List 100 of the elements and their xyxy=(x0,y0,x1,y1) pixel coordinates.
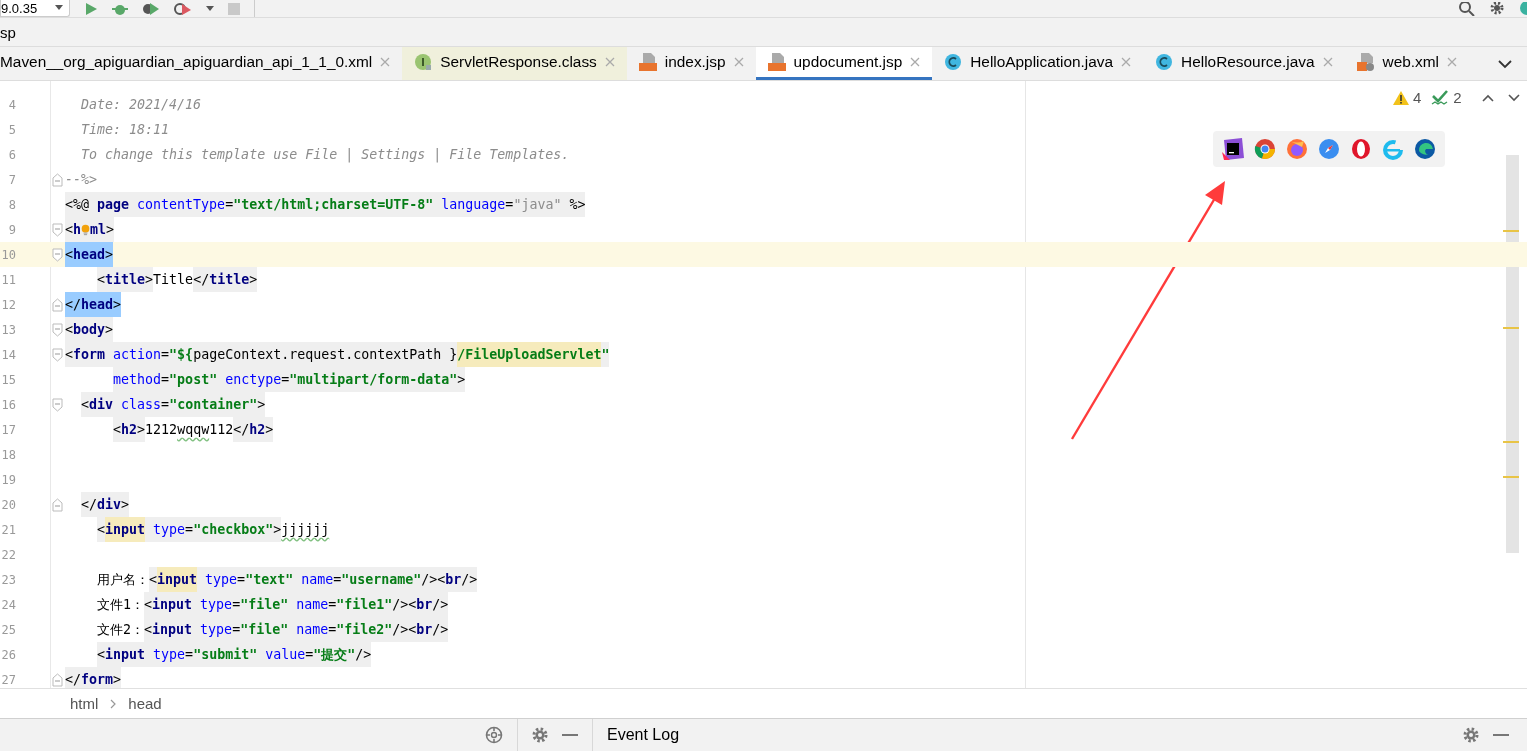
close-icon[interactable] xyxy=(1322,57,1333,67)
fold-icon[interactable] xyxy=(52,497,63,512)
fold-icon[interactable] xyxy=(52,672,63,687)
warning-icon[interactable] xyxy=(1393,90,1409,105)
minimize-icon[interactable] xyxy=(1493,733,1509,737)
code-token: language xyxy=(440,197,506,212)
minimize-icon[interactable] xyxy=(562,733,578,737)
close-icon[interactable] xyxy=(910,57,921,67)
browser-icon[interactable] xyxy=(1350,138,1372,160)
code-token: < xyxy=(81,397,90,412)
warning-count: 4 xyxy=(1413,89,1422,106)
code-token: "file" xyxy=(240,597,289,612)
fold-icon[interactable] xyxy=(52,247,63,262)
close-icon[interactable] xyxy=(604,57,615,67)
settings-icon[interactable] xyxy=(1463,727,1479,743)
line-number: 25 xyxy=(0,622,16,637)
code-token: "multipart/form-data" xyxy=(289,372,458,387)
class-icon xyxy=(1155,53,1174,71)
close-icon[interactable] xyxy=(1447,57,1457,67)
fold-icon[interactable] xyxy=(52,172,63,187)
code-token: action xyxy=(112,347,162,362)
code-token: = xyxy=(161,397,170,412)
code-token: input xyxy=(105,517,146,542)
chevron-down-icon[interactable] xyxy=(1498,58,1512,69)
code-token: = xyxy=(237,572,246,587)
code-token: input xyxy=(152,597,193,612)
code-token: = xyxy=(161,372,170,387)
code-token: = xyxy=(281,372,290,387)
code-token: <%@ xyxy=(65,197,91,212)
editor-tab[interactable]: Maven__org_apiguardian_apiguardian_api_1_1_0.xml xyxy=(0,47,403,80)
fold-icon[interactable] xyxy=(52,222,63,237)
web-xml-icon xyxy=(1356,53,1375,71)
code-token: form xyxy=(73,347,106,362)
line-number: 10 xyxy=(0,247,16,262)
interface-icon xyxy=(414,53,433,71)
editor-tab[interactable]: ServletResponse.class xyxy=(402,47,627,80)
crosshair-icon[interactable] xyxy=(485,726,503,744)
code-token: > xyxy=(265,422,274,437)
chevron-up-icon[interactable] xyxy=(1481,93,1494,102)
editor-tab[interactable]: updocument.jsp xyxy=(755,47,933,80)
stop-icon[interactable] xyxy=(228,2,241,15)
code-token: /> xyxy=(432,622,449,637)
code-token: h xyxy=(73,222,82,237)
code-token: head xyxy=(73,242,106,267)
line-number: 18 xyxy=(0,447,16,462)
chevron-down-icon[interactable] xyxy=(1507,93,1520,102)
scrollbar-thumb[interactable] xyxy=(1506,155,1519,553)
coverage-icon[interactable] xyxy=(142,1,161,16)
code-token: > xyxy=(137,422,146,437)
run-config-dropdown[interactable]: 9.0.35 xyxy=(0,0,71,17)
close-icon[interactable] xyxy=(733,57,744,67)
code-token: enctype xyxy=(224,372,282,387)
code-token: contentType xyxy=(136,197,226,212)
fold-icon[interactable] xyxy=(52,347,63,362)
code-token: > xyxy=(105,242,114,267)
code-token: "checkbox" xyxy=(193,522,274,537)
breadcrumb-item[interactable]: html xyxy=(70,695,99,712)
jsp-file-icon xyxy=(767,53,786,71)
avatar-icon[interactable] xyxy=(1519,1,1527,16)
code-token: " xyxy=(601,347,610,362)
editor-tab[interactable]: index.jsp xyxy=(626,47,756,80)
editor-tab[interactable]: HelloResource.java xyxy=(1143,47,1345,80)
editor-tab[interactable]: web.xml xyxy=(1344,47,1469,80)
close-icon[interactable] xyxy=(1121,57,1132,67)
fold-icon[interactable] xyxy=(52,397,63,412)
code-token: > xyxy=(273,522,282,537)
browser-icon[interactable] xyxy=(1254,138,1276,160)
event-log-tab[interactable]: Event Log xyxy=(607,726,680,744)
browser-icon[interactable] xyxy=(1318,138,1340,160)
code-token: wqqw xyxy=(177,422,210,437)
code-token: pageContext.request.contextPath } xyxy=(193,347,458,362)
code-token: h2 xyxy=(121,422,138,437)
close-icon[interactable] xyxy=(380,57,391,67)
search-icon[interactable] xyxy=(1459,1,1475,16)
code-token: body xyxy=(73,322,106,337)
code-token: 112 xyxy=(209,422,234,437)
code-token: "post" xyxy=(169,372,218,387)
profiler-icon[interactable] xyxy=(174,1,193,16)
code-token: type xyxy=(204,572,238,587)
line-number: 4 xyxy=(7,97,16,112)
settings-icon[interactable] xyxy=(532,727,548,743)
code-token: name xyxy=(300,572,334,587)
code-token: page xyxy=(97,197,130,212)
code-token: "file" xyxy=(240,622,289,637)
fold-icon[interactable] xyxy=(52,297,63,312)
code-token: = xyxy=(328,597,337,612)
code-token: < xyxy=(65,242,73,267)
caret-icon[interactable] xyxy=(206,5,215,12)
typo-check-icon[interactable] xyxy=(1431,89,1450,106)
breadcrumb-item[interactable]: sp xyxy=(0,23,16,41)
browser-icon[interactable] xyxy=(1414,138,1436,160)
ide-icon[interactable] xyxy=(1222,138,1244,160)
editor-tab[interactable]: HelloApplication.java xyxy=(932,47,1144,80)
code-token: class xyxy=(120,397,162,412)
code-comment: --%> xyxy=(65,172,98,187)
browser-icon[interactable] xyxy=(1286,138,1308,160)
line-number: 17 xyxy=(0,422,16,437)
breadcrumb-item[interactable]: head xyxy=(128,695,162,712)
fold-icon[interactable] xyxy=(52,322,63,337)
settings-icon[interactable] xyxy=(1489,1,1505,16)
